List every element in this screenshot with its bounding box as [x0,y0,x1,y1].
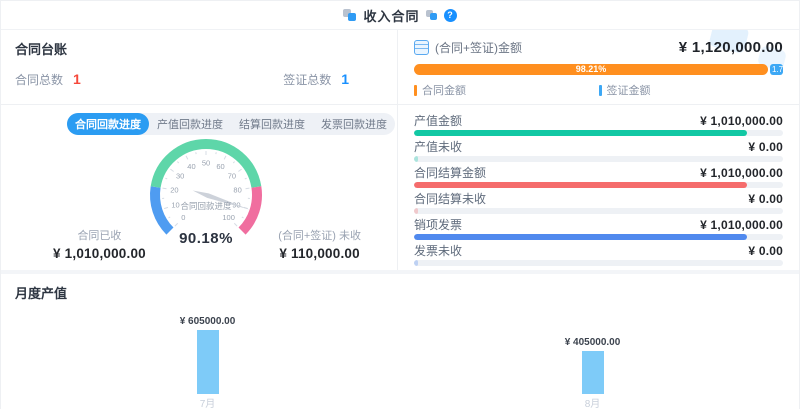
svg-text:80: 80 [233,185,241,194]
monthly-bar-month-label: 7月 [148,395,268,410]
visa-total-label: 签证总数 [283,71,331,88]
metric-label: 发票未收 [414,242,462,259]
metric-label: 产值金额 [414,112,462,129]
metric-label: 合同结算未收 [414,190,486,207]
monthly-chart: ¥ 605000.00 7月 ¥ 405000.00 8月 [15,306,785,412]
contract-total-counter: 合同总数 1 [15,71,81,88]
metric-bar-track [414,208,783,214]
tab-合同回款进度[interactable]: 合同回款进度 [67,113,149,135]
contract-total-label: 合同总数 [15,71,63,88]
unreceived-block: (合同+签证) 未收 ¥ 110,000.00 [278,227,361,261]
monthly-bar-value-label: ¥ 605000.00 [148,316,268,327]
legend-color-mark [414,85,417,96]
gauge-footer: 合同已收 ¥ 1,010,000.00 (合同+签证) 未收 ¥ 110,000… [1,227,397,261]
svg-text:50: 50 [202,159,210,168]
help-icon[interactable]: ? [444,9,457,22]
overlap-squares-icon [426,10,438,21]
legend-label: 合同金额 [422,82,466,98]
amount-header: (合同+签证)金额 ¥ 1,120,000.00 [414,39,783,56]
metric-label: 销项发票 [414,216,462,233]
unreceived-label: (合同+签证) 未收 [278,227,361,243]
metric-bar-fill [414,208,418,214]
visa-total-counter: 签证总数 1 [283,71,349,88]
metric-value: ¥ 0.00 [748,244,783,258]
metric-row: 发票未收 ¥ 0.00 [414,242,783,266]
monthly-output-panel: 月度产值 ¥ 605000.00 7月 ¥ 405000.00 8月 [1,274,799,411]
metric-bar-track [414,130,783,136]
amount-total-value: ¥ 1,120,000.00 [679,39,783,56]
legend-color-mark [599,85,602,96]
legend-label: 签证金额 [607,82,651,98]
svg-text:30: 30 [176,172,184,181]
amount-summary-panel: (合同+签证)金额 ¥ 1,120,000.00 98.21% 1.79% 合同… [398,30,799,105]
metric-label: 产值未收 [414,138,462,155]
monthly-title: 月度产值 [15,283,785,302]
legend-value: ¥ 20,000.00 [607,101,784,105]
metric-bar-track [414,182,783,188]
contract-total-value: 1 [73,71,81,87]
monthly-bar-value-label: ¥ 405000.00 [533,337,653,348]
metric-value: ¥ 1,010,000.00 [700,218,783,232]
metric-value: ¥ 0.00 [748,140,783,154]
amount-legend: 合同金额 ¥ 1,100,000.00 签证金额 ¥ 20,000.00 [414,82,783,105]
metric-label: 合同结算金额 [414,164,486,181]
svg-text:60: 60 [216,162,224,171]
metric-bar-track [414,234,783,240]
overlap-squares-icon [343,9,357,22]
svg-text:70: 70 [228,172,236,181]
metric-bar-track [414,260,783,266]
monthly-bar-month-label: 8月 [533,395,653,410]
metric-row: 销项发票 ¥ 1,010,000.00 [414,216,783,240]
legend-item: 签证金额 ¥ 20,000.00 [599,82,784,105]
svg-text:0: 0 [181,213,185,222]
metric-value: ¥ 1,010,000.00 [700,114,783,128]
metric-bar-fill [414,260,418,266]
recovery-tabs: 合同回款进度产值回款进度结算回款进度发票回款进度 [67,113,395,135]
visa-total-value: 1 [341,71,349,87]
unreceived-value: ¥ 110,000.00 [278,246,361,261]
document-table-icon [414,40,429,55]
legend-value: ¥ 1,100,000.00 [422,101,599,105]
metrics-list: 产值金额 ¥ 1,010,000.00 产值未收 ¥ 0.00 合同结算金额 ¥ 1,01… [398,105,799,270]
recovery-progress-panel: 合同回款进度产值回款进度结算回款进度发票回款进度 010203040506070… [1,105,398,270]
svg-text:40: 40 [187,162,195,171]
tab-结算回款进度[interactable]: 结算回款进度 [231,113,313,135]
svg-text:合同回款进度: 合同回款进度 [180,201,232,211]
contract-amount-bar-segment: 98.21% [414,64,768,75]
ledger-counters: 合同总数 1 签证总数 1 [15,71,383,88]
page-header: 收入合同 ? [1,1,799,29]
page-title: 收入合同 [363,6,419,25]
svg-text:100: 100 [222,213,235,222]
legend-item: 合同金额 ¥ 1,100,000.00 [414,82,599,105]
received-block: 合同已收 ¥ 1,010,000.00 [53,227,146,261]
contract-ledger-panel: 合同台账 合同总数 1 签证总数 1 [1,30,398,105]
tab-产值回款进度[interactable]: 产值回款进度 [149,113,231,135]
visa-amount-bar-segment: 1.79% [770,64,783,75]
income-contract-dashboard: 收入合同 ? 合同台账 合同总数 1 签证总数 1 [1,1,799,411]
ledger-title: 合同台账 [15,39,383,58]
metric-bar-fill [414,182,747,188]
metric-row: 产值未收 ¥ 0.00 [414,138,783,162]
tab-发票回款进度[interactable]: 发票回款进度 [313,113,395,135]
metric-row: 合同结算金额 ¥ 1,010,000.00 [414,164,783,188]
metric-value: ¥ 1,010,000.00 [700,166,783,180]
metric-row: 合同结算未收 ¥ 0.00 [414,190,783,214]
amount-stacked-bar: 98.21% 1.79% [414,64,783,75]
metric-bar-fill [414,156,418,162]
monthly-bar [197,330,219,394]
metric-row: 产值金额 ¥ 1,010,000.00 [414,112,783,136]
received-value: ¥ 1,010,000.00 [53,246,146,261]
svg-text:10: 10 [171,200,179,209]
amount-label: (合同+签证)金额 [435,39,522,56]
metric-bar-fill [414,234,747,240]
monthly-bar [582,351,604,394]
metric-value: ¥ 0.00 [748,192,783,206]
received-label: 合同已收 [53,227,146,243]
svg-text:20: 20 [170,185,178,194]
metric-bar-fill [414,130,747,136]
metric-bar-track [414,156,783,162]
